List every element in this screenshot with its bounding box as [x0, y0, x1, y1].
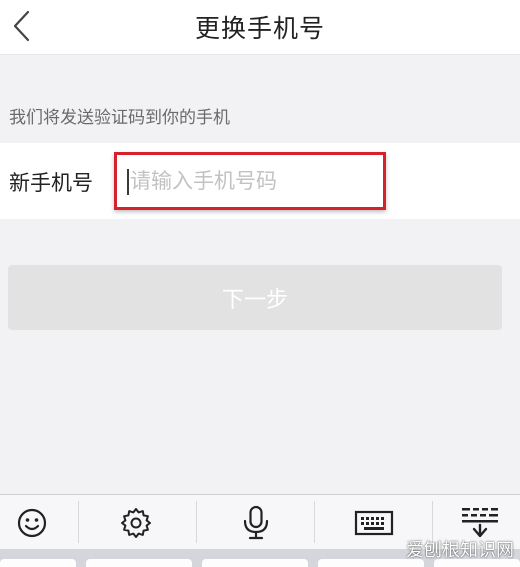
watermark: 爱刨根知识网	[406, 540, 514, 561]
verification-hint: 我们将发送验证码到你的手机	[9, 108, 230, 128]
page-title: 更换手机号	[194, 14, 325, 43]
keyboard-key[interactable]	[86, 559, 192, 567]
voice-button[interactable]	[206, 495, 306, 550]
toolbar-divider	[196, 501, 197, 543]
phone-row: 新手机号	[0, 143, 520, 219]
next-button[interactable]: 下一步	[8, 265, 502, 330]
settings-button[interactable]	[86, 495, 186, 550]
gear-icon	[121, 507, 151, 538]
keyboard-key[interactable]	[0, 559, 76, 567]
text-cursor	[127, 169, 129, 195]
toolbar-divider	[314, 501, 315, 543]
microphone-icon	[243, 505, 269, 539]
navigation-bar: 更换手机号	[0, 0, 520, 55]
keyboard-icon	[354, 510, 394, 535]
emoji-icon	[17, 508, 47, 537]
keyboard-key[interactable]	[202, 559, 308, 567]
phone-label: 新手机号	[9, 171, 93, 195]
emoji-button[interactable]	[0, 495, 82, 550]
phone-input[interactable]	[130, 155, 370, 207]
toolbar-divider	[78, 501, 79, 543]
phone-input-highlight[interactable]	[114, 152, 386, 210]
